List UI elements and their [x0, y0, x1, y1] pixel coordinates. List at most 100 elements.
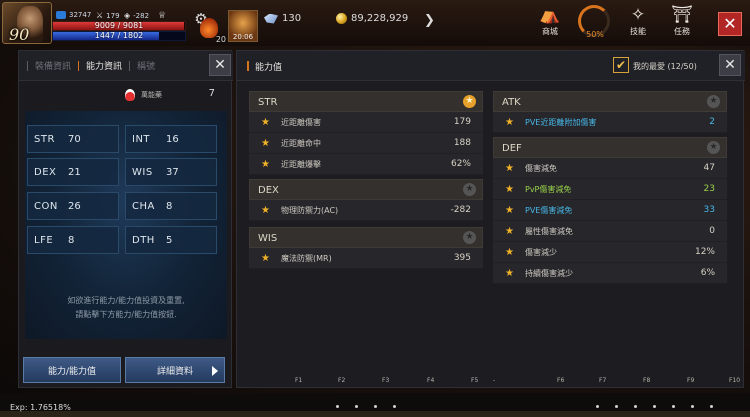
- star-icon: ★: [505, 246, 514, 258]
- group-header: WIS ★: [249, 227, 483, 248]
- top-hud: 90 32747 ⚔ 179 ◈ -282 ♕ 9009 / 9081 1447…: [0, 0, 750, 46]
- stat-row[interactable]: ★ 持續傷害減少 6%: [493, 263, 727, 284]
- star-icon: ★: [261, 158, 270, 170]
- mp-value: 1447 / 1802: [94, 31, 144, 40]
- trophy-slot[interactable]: ♕: [158, 11, 166, 21]
- tab-ability-info[interactable]: 能力資訊: [79, 59, 129, 72]
- gold-amount-value: 89,228,929: [351, 13, 409, 24]
- hotkey-hint: F2: [338, 377, 346, 384]
- group-name: DEF: [502, 143, 522, 154]
- page-dot[interactable]: [393, 405, 396, 408]
- stat-value: 70: [68, 133, 81, 145]
- tab-equipment-info[interactable]: 裝備資訊: [28, 59, 78, 72]
- menu-quest[interactable]: ⛩ 任務: [662, 4, 702, 37]
- stat-row-value: 395: [453, 253, 471, 263]
- hud-stat-c-value: -282: [133, 11, 150, 20]
- star-toggle-icon[interactable]: ★: [707, 95, 720, 108]
- progress-ring-label: 50%: [586, 30, 604, 39]
- star-icon: ★: [505, 116, 514, 128]
- menu-shop-label: 商城: [542, 27, 558, 36]
- stat-row[interactable]: ★ 近距離傷害 179: [249, 112, 483, 133]
- star-toggle-icon[interactable]: ★: [463, 183, 476, 196]
- stat-row-value: 33: [703, 205, 715, 215]
- star-icon: ★: [261, 116, 270, 128]
- stat-key: DEX: [34, 166, 57, 178]
- page-dot[interactable]: [374, 405, 377, 408]
- gold-currency: 89,228,929: [336, 13, 408, 24]
- stat-lfe: LFE 8: [27, 226, 119, 254]
- stat-row-label: 物理防禦力(AC): [281, 205, 339, 215]
- elixir-count: 7: [208, 88, 215, 99]
- stat-row[interactable]: ★ PVE近距離附加傷害 2: [493, 112, 727, 133]
- ability-stats-button-label: 能力/能力值: [47, 366, 97, 377]
- stat-row-value: 23: [703, 184, 715, 194]
- title-accent-bar: [247, 61, 249, 71]
- star-toggle-icon[interactable]: ★: [463, 231, 476, 244]
- group-name: ATK: [502, 97, 521, 108]
- hotkey-hint: F4: [427, 377, 435, 384]
- star-icon: ★: [505, 225, 514, 237]
- stat-row[interactable]: ★ 傷害減少 12%: [493, 242, 727, 263]
- stat-row-value: 12%: [694, 247, 715, 257]
- page-dot[interactable]: [596, 405, 599, 408]
- star-icon: ★: [261, 137, 270, 149]
- page-dot[interactable]: [634, 405, 637, 408]
- stat-row[interactable]: ★ 近距離命中 188: [249, 133, 483, 154]
- stat-row[interactable]: ★ 屬性傷害減免 0: [493, 221, 727, 242]
- stat-value: 8: [68, 234, 75, 246]
- page-dot[interactable]: [336, 405, 339, 408]
- stat-value: 21: [68, 166, 81, 178]
- star-toggle-icon[interactable]: ★: [463, 95, 476, 108]
- stat-row[interactable]: ★ 傷害減免 47: [493, 158, 727, 179]
- stat-row[interactable]: ★ 近距離爆擊 62%: [249, 154, 483, 175]
- stat-row-value: 47: [703, 163, 715, 173]
- page-indicator: [596, 405, 713, 408]
- detail-info-button[interactable]: 詳細資料: [125, 357, 225, 383]
- skill-quickslot[interactable]: 20:06: [228, 10, 258, 42]
- group-header: DEF ★: [493, 137, 727, 158]
- page-dot[interactable]: [672, 405, 675, 408]
- stat-row-label: 屬性傷害減免: [525, 226, 573, 236]
- ability-stats-button[interactable]: 能力/能力值: [23, 357, 121, 383]
- stat-row-label: 傷害減免: [525, 163, 557, 173]
- ability-values-title: 能力值: [255, 63, 283, 73]
- potion-quickslot[interactable]: 20: [196, 16, 226, 44]
- page-dot[interactable]: [615, 405, 618, 408]
- stat-row-value: 0: [709, 226, 715, 236]
- page-dot[interactable]: [653, 405, 656, 408]
- stat-row[interactable]: ★ 物理防禦力(AC) -282: [249, 200, 483, 221]
- menu-skill[interactable]: ✧ 技能: [618, 4, 658, 37]
- play-arrow-icon: [212, 366, 218, 376]
- favorite-checkbox[interactable]: ✔: [613, 57, 629, 73]
- stat-row-value: 179: [453, 117, 471, 127]
- tab-title[interactable]: 稱號: [130, 59, 162, 72]
- stat-row[interactable]: ★ 魔法防禦(MR) 395: [249, 248, 483, 269]
- page-dot[interactable]: [710, 405, 713, 408]
- stat-row-value: 2: [709, 117, 715, 127]
- stat-value: 37: [166, 166, 179, 178]
- star-toggle-icon[interactable]: ★: [707, 141, 720, 154]
- star-icon: ★: [261, 204, 270, 216]
- hotkey-hint: F5: [471, 377, 479, 384]
- close-panel-button[interactable]: ✕: [209, 54, 231, 76]
- stat-row-label: PVE傷害減免: [525, 205, 573, 215]
- page-dot[interactable]: [691, 405, 694, 408]
- stat-row[interactable]: ★ PVE傷害減免 33: [493, 200, 727, 221]
- menu-shop[interactable]: ⛺ 商城: [530, 4, 570, 37]
- hud-stat-b: ⚔ 179: [96, 11, 120, 20]
- hp-bar: 9009 / 9081: [52, 21, 186, 31]
- character-portrait[interactable]: 90: [2, 2, 52, 44]
- stat-str: STR 70: [27, 125, 119, 153]
- stat-row-label: 魔法防禦(MR): [281, 253, 332, 263]
- page-dot[interactable]: [355, 405, 358, 408]
- potion-quickslot-count: 20: [215, 35, 226, 44]
- hotkey-hint: F6: [557, 377, 565, 384]
- hotkey-hint: -: [493, 377, 496, 384]
- chevron-right-icon[interactable]: ❯: [424, 13, 435, 28]
- stat-row-value: -282: [450, 205, 471, 215]
- star-icon: ★: [505, 183, 514, 195]
- close-panel-button[interactable]: ✕: [719, 54, 741, 76]
- close-window-button[interactable]: ✕: [718, 12, 742, 36]
- stat-row[interactable]: ★ PvP傷害減免 23: [493, 179, 727, 200]
- stat-int: INT 16: [125, 125, 217, 153]
